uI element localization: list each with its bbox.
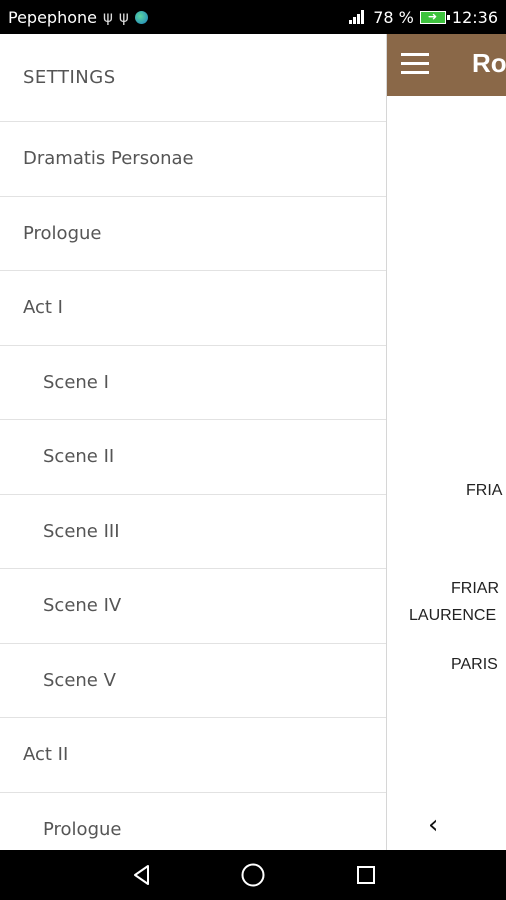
drawer-item-dramatis-personae[interactable]: Dramatis Personae [0, 122, 386, 197]
status-bar: Pepephone ψ ψ 78 % ➜ 12:36 [0, 0, 506, 34]
drawer-item-label: Prologue [43, 818, 122, 840]
battery-icon: ➜ [419, 10, 450, 24]
settings-item[interactable]: SETTINGS [0, 34, 386, 122]
character-name: PARIS [451, 656, 498, 673]
drawer-item-prologue[interactable]: Prologue [0, 197, 386, 271]
recents-square-icon [357, 866, 375, 884]
character-name: LAURENCE [409, 607, 497, 624]
battery-percent: 78 % [373, 7, 414, 27]
recents-nav-button[interactable] [336, 850, 396, 900]
carrier-label: Pepephone [8, 7, 97, 27]
app-title: Ro [472, 48, 506, 78]
back-triangle-icon [134, 865, 149, 885]
drawer-item-act-i-scene-iii[interactable]: Scene III [0, 495, 386, 569]
drawer-item-act-i-scene-ii[interactable]: Scene II [0, 420, 386, 495]
home-circle-icon [241, 863, 265, 887]
drawer-item-label: Scene I [43, 371, 109, 393]
drawer-item-act-i-scene-i[interactable]: Scene I [0, 346, 386, 420]
usb-debug-icon: ψ [118, 8, 129, 26]
drawer-item-act-ii[interactable]: Act II [0, 718, 386, 793]
drawer-item-label: Scene IV [43, 595, 122, 617]
character-name: FRIA [466, 482, 503, 499]
drawer-item-act-ii-prologue[interactable]: Prologue [0, 793, 386, 851]
app-notification-icon [134, 10, 148, 24]
character-name: FRIAR [451, 580, 499, 597]
usb-icon: ψ [103, 8, 113, 26]
navigation-drawer: SETTINGS Dramatis Personae Prologue Act … [0, 34, 387, 850]
settings-label: SETTINGS [23, 67, 116, 88]
drawer-item-act-i-scene-iv[interactable]: Scene IV [0, 569, 386, 644]
chevron-left-icon[interactable]: ‹ [428, 810, 438, 840]
back-nav-button[interactable] [112, 850, 172, 900]
drawer-item-label: Dramatis Personae [23, 148, 194, 170]
drawer-item-label: Act II [23, 744, 69, 766]
drawer-item-label: Scene II [43, 446, 115, 468]
drawer-item-label: Scene III [43, 520, 120, 542]
clock: 12:36 [451, 7, 498, 27]
drawer-item-label: Prologue [23, 222, 102, 244]
menu-icon[interactable] [401, 53, 429, 75]
drawer-item-label: Scene V [43, 669, 116, 691]
home-nav-button[interactable] [223, 850, 283, 900]
drawer-item-act-i[interactable]: Act I [0, 271, 386, 346]
system-nav-bar [0, 850, 506, 900]
drawer-item-label: Act I [23, 297, 63, 319]
signal-icon [349, 10, 367, 24]
drawer-item-act-i-scene-v[interactable]: Scene V [0, 644, 386, 718]
